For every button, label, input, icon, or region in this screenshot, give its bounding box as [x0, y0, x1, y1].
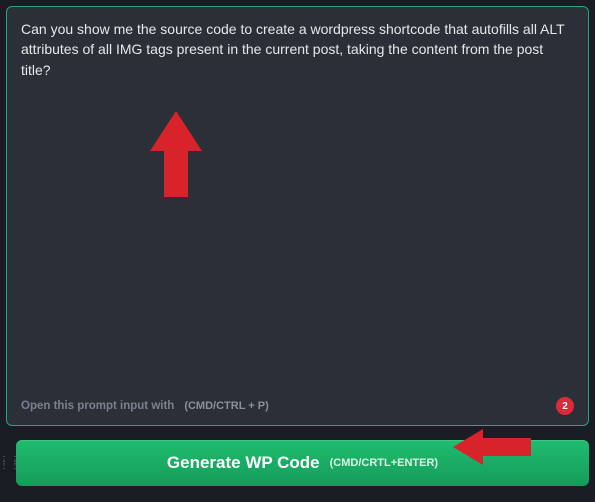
- prompt-hint-text: Open this prompt input with: [21, 400, 174, 412]
- annotation-arrow-left-icon: [453, 429, 531, 465]
- generate-button-label: Generate WP Code: [167, 453, 320, 473]
- generate-button-shortcut: (CMD/CRTL+ENTER): [330, 457, 438, 469]
- prompt-shortcut-hint: (CMD/CTRL + P): [184, 400, 268, 412]
- generate-button[interactable]: Generate WP Code (CMD/CRTL+ENTER): [16, 440, 589, 486]
- annotation-arrow-up-icon: [150, 111, 202, 197]
- drag-handle-icon[interactable]: ⋮⋮ ⋮⋮: [6, 459, 14, 468]
- prompt-footer: Open this prompt input with (CMD/CTRL + …: [21, 397, 574, 415]
- count-badge: 2: [556, 397, 574, 415]
- prompt-panel: Can you show me the source code to creat…: [6, 6, 589, 426]
- generate-row: ⋮⋮ ⋮⋮ Generate WP Code (CMD/CRTL+ENTER): [6, 440, 589, 486]
- prompt-textarea[interactable]: Can you show me the source code to creat…: [21, 19, 574, 80]
